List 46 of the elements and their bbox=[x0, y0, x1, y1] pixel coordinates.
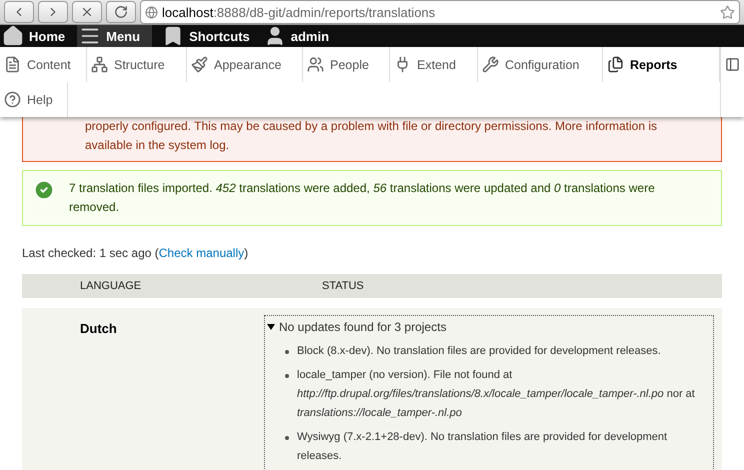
tray-item[interactable]: Configuration bbox=[478, 47, 603, 82]
toolbar-item[interactable]: Home bbox=[0, 25, 78, 47]
bullet-icon bbox=[285, 374, 289, 378]
toolbar-item[interactable]: Shortcuts bbox=[160, 25, 262, 47]
check-manually-link[interactable]: Check manually bbox=[158, 246, 244, 260]
forward-button[interactable] bbox=[38, 1, 68, 23]
reports-icon bbox=[607, 56, 624, 73]
help-icon bbox=[4, 91, 21, 108]
column-header: STATUS bbox=[321, 280, 365, 292]
detail-text: Block (8.x-dev). No translation files are provided for development releases. bbox=[297, 344, 661, 359]
bullet-icon bbox=[285, 436, 289, 440]
structure-icon bbox=[91, 56, 108, 73]
orientation-toggle-icon[interactable] bbox=[725, 57, 740, 72]
reload-button[interactable] bbox=[106, 1, 136, 23]
detail-text: locale_tamper (no version). File not found at http://ftp.drupal.org/files/translations/8.x/locale_tamper/locale_tamper-.nl.po nor at translations://locale_tamper-.nl.po bbox=[297, 368, 696, 421]
tray-item[interactable]: People bbox=[303, 47, 390, 82]
globe-icon bbox=[145, 6, 158, 18]
detail-text: Wysiwyg (7.x-2.1+28-dev). No translation files are provided for development releases. bbox=[297, 430, 668, 464]
message-text: properly configured. This may be caused by a problem with file or directory permissions. More information is available in the system log. bbox=[85, 118, 658, 154]
configuration-icon bbox=[482, 56, 499, 73]
address-bar[interactable]: localhost:8888/d8-git/admin/reports/translations bbox=[140, 0, 740, 24]
column-header: LANGUAGE bbox=[79, 280, 142, 292]
language-name: Dutch bbox=[79, 320, 118, 338]
details-summary[interactable]: No updates found for 3 projects bbox=[265, 320, 709, 334]
people-icon bbox=[307, 56, 324, 73]
toolbar-item[interactable]: Menu bbox=[77, 25, 152, 47]
close-icon bbox=[80, 5, 94, 19]
tray-item[interactable]: Extend bbox=[390, 47, 478, 82]
tray-item[interactable]: Structure bbox=[87, 47, 187, 82]
tray-item[interactable]: Content bbox=[0, 47, 87, 82]
bookmark-star-icon[interactable] bbox=[720, 4, 735, 20]
tray-item[interactable]: Appearance bbox=[187, 47, 303, 82]
content-icon bbox=[4, 56, 21, 73]
closing-paren-text: ) bbox=[244, 246, 248, 260]
checkmark-icon bbox=[33, 179, 55, 201]
last-checked-text: Last checked: 1 sec ago ( bbox=[22, 246, 159, 260]
appearance-icon bbox=[191, 56, 208, 73]
back-button[interactable] bbox=[4, 1, 34, 23]
message-text: 7 translation files imported. 452 translations were added, 56 translations were updated and 0 translations were removed. bbox=[69, 180, 656, 216]
stop-button[interactable] bbox=[72, 1, 102, 23]
bullet-icon bbox=[285, 350, 289, 354]
toolbar-item[interactable]: admin bbox=[262, 25, 342, 47]
caret-icon bbox=[267, 324, 275, 330]
home-icon bbox=[2, 25, 24, 47]
reload-icon bbox=[114, 5, 128, 19]
tray-item[interactable]: Reports bbox=[603, 47, 720, 82]
